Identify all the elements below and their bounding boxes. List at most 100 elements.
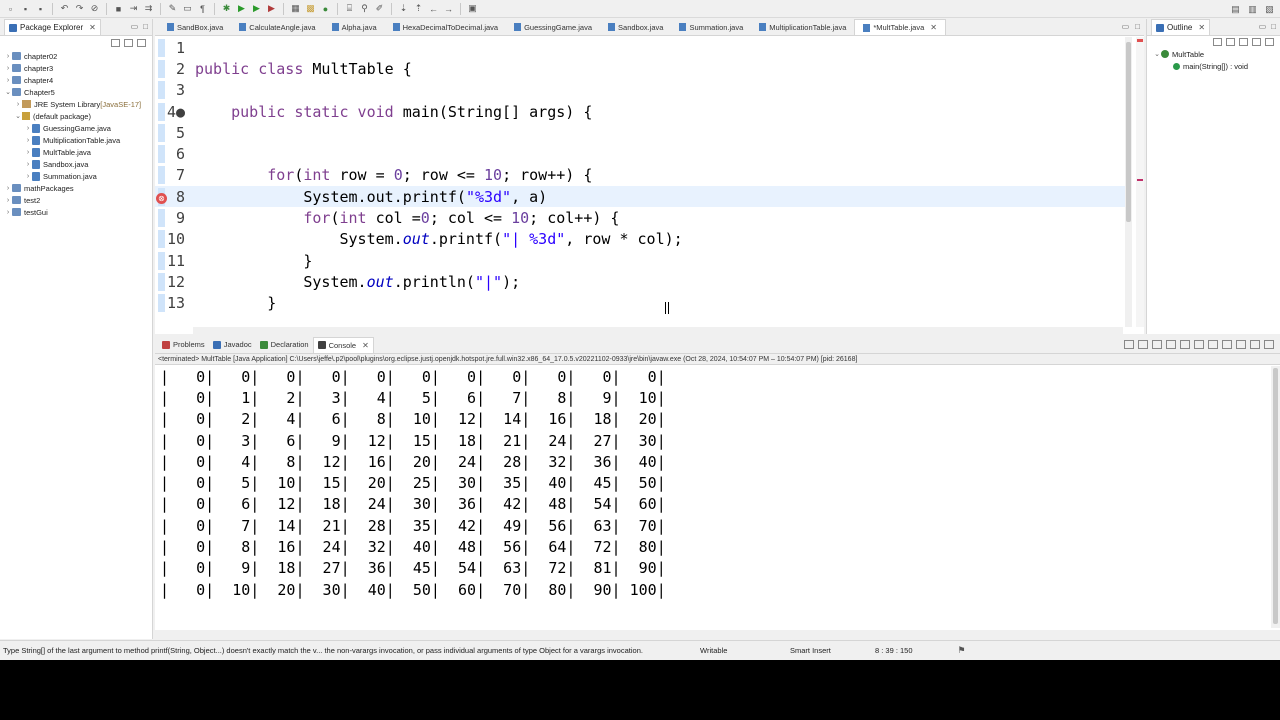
new-icon[interactable]: ▫ [4, 3, 17, 15]
minimize-icon[interactable]: ▭ [1259, 22, 1267, 31]
pin-console-icon[interactable] [1208, 340, 1218, 349]
save-icon[interactable]: ▪ [19, 3, 32, 15]
sort-icon[interactable] [1226, 38, 1235, 46]
expand-chevron-icon[interactable]: › [24, 137, 32, 144]
tree-item[interactable]: › MultTable.java [0, 146, 152, 158]
search-icon[interactable]: ⚲ [358, 3, 371, 15]
remove-all-icon[interactable] [1152, 340, 1162, 349]
open-perspective-icon[interactable]: ▤ [1229, 3, 1242, 15]
code-line[interactable]: 11 } [155, 250, 1125, 271]
code-line[interactable]: 5 [155, 122, 1125, 143]
code-line[interactable]: 4● public static void main(String[] args… [155, 101, 1125, 122]
overview-ruler[interactable] [1136, 37, 1144, 327]
debug-perspective-icon[interactable]: ▧ [1263, 3, 1276, 15]
insert-mode-status[interactable]: Smart Insert [780, 646, 865, 655]
bottom-tab-javadoc[interactable]: Javadoc [209, 337, 256, 353]
tree-item[interactable]: › chapter3 [0, 62, 152, 74]
line-gutter[interactable]: 1 [155, 38, 193, 57]
code-line[interactable]: 12 System.out.println("|"); [155, 271, 1125, 292]
maximize-icon[interactable]: □ [1271, 22, 1276, 31]
scrollbar-thumb[interactable] [1273, 368, 1278, 624]
java-perspective-icon[interactable]: ▥ [1246, 3, 1259, 15]
editor-tab[interactable]: Sandbox.java [600, 19, 671, 35]
debug-icon[interactable]: ✱ [220, 3, 233, 15]
redo-icon[interactable]: ↷ [73, 3, 86, 15]
editor-tab[interactable]: Summation.java [671, 19, 751, 35]
maximize-icon[interactable] [1264, 340, 1274, 349]
mark-icon[interactable]: ▭ [181, 3, 194, 15]
tree-item[interactable]: › mathPackages [0, 182, 152, 194]
close-icon[interactable]: ✕ [930, 23, 937, 32]
collapse-all-icon[interactable] [111, 39, 120, 47]
tree-item[interactable]: ⌄ Chapter5 [0, 86, 152, 98]
line-gutter[interactable]: 12 [155, 272, 193, 291]
code-line[interactable]: ⊗ 8 System.out.printf("%3d", a) [155, 186, 1125, 208]
undo-icon[interactable]: ↶ [58, 3, 71, 15]
line-gutter[interactable]: 7 [155, 166, 193, 185]
code-line[interactable]: 3 [155, 80, 1125, 101]
expand-chevron-icon[interactable]: › [24, 173, 32, 180]
line-gutter[interactable]: ⊗ 8 [155, 187, 193, 206]
editor-tab[interactable]: MultiplicationTable.java [751, 19, 854, 35]
expand-chevron-icon[interactable]: ⌄ [1153, 50, 1161, 58]
tree-item[interactable]: › Sandbox.java [0, 158, 152, 170]
step-icon[interactable]: ⇥ [127, 3, 140, 15]
expand-chevron-icon[interactable]: › [24, 149, 32, 156]
hide-static-icon[interactable] [1252, 38, 1261, 46]
code-line[interactable]: 1 [155, 37, 1125, 58]
tree-item[interactable]: › chapter4 [0, 74, 152, 86]
minimize-icon[interactable]: ▭ [1122, 22, 1130, 31]
minimize-icon[interactable] [1250, 340, 1260, 349]
editor-vertical-scrollbar[interactable] [1125, 37, 1132, 327]
bottom-tab-problems[interactable]: Problems [158, 337, 209, 353]
editor-tab[interactable]: Alpha.java [324, 19, 385, 35]
bottom-tab-console[interactable]: Console ✕ [312, 336, 374, 353]
collapse-all-icon[interactable] [1213, 38, 1222, 46]
editor-tab[interactable]: CalculateAngle.java [231, 19, 323, 35]
maximize-icon[interactable]: □ [1135, 22, 1140, 31]
line-gutter[interactable]: 2 [155, 59, 193, 78]
skip-breakpoints-icon[interactable]: ⊘ [88, 3, 101, 15]
new-package-icon[interactable]: ▩ [304, 3, 317, 15]
tree-item[interactable]: › MultiplicationTable.java [0, 134, 152, 146]
error-icon[interactable]: ⊗ [156, 192, 167, 204]
code-line[interactable]: 7 for(int row = 0; row <= 10; row++) { [155, 165, 1125, 186]
console-output[interactable]: | 0| 0| 0| 0| 0| 0| 0| 0| 0| 0| 0| | 0| 1… [155, 366, 1265, 626]
code-area[interactable]: 1 2 public class MultTable {3 4● public sta… [155, 37, 1125, 327]
line-gutter[interactable]: 13 [155, 294, 193, 313]
terminate-icon[interactable] [1124, 340, 1134, 349]
external-tools-icon[interactable]: ▶ [265, 3, 278, 15]
tree-item[interactable]: › GuessingGame.java [0, 122, 152, 134]
notification-icon[interactable]: ⚑ [955, 645, 968, 657]
close-icon[interactable]: ✕ [89, 23, 96, 32]
line-gutter[interactable]: 4● [155, 102, 193, 121]
editor-tab[interactable]: GuessingGame.java [506, 19, 600, 35]
editor-horizontal-scrollbar[interactable] [193, 327, 1123, 334]
coverage-icon[interactable]: ▶ [250, 3, 263, 15]
tree-item[interactable]: › testGui [0, 206, 152, 218]
remove-launch-icon[interactable] [1138, 340, 1148, 349]
terminate-icon[interactable]: ■ [112, 3, 125, 15]
warning-marker[interactable] [1137, 179, 1143, 181]
error-marker[interactable] [1137, 39, 1143, 42]
code-line[interactable]: 6 [155, 143, 1125, 164]
annotation-icon[interactable]: ✐ [373, 3, 386, 15]
expand-chevron-icon[interactable]: › [4, 77, 12, 84]
link-with-editor-icon[interactable] [124, 39, 133, 47]
word-wrap-icon[interactable] [1180, 340, 1190, 349]
new-class-icon[interactable]: ● [319, 3, 332, 15]
terminal-icon[interactable]: ▣ [466, 3, 479, 15]
tree-item[interactable]: › chapter02 [0, 50, 152, 62]
open-console-icon[interactable] [1236, 340, 1246, 349]
line-gutter[interactable]: 3 [155, 81, 193, 100]
tree-item[interactable]: › JRE System Library [JavaSE-17] [0, 98, 152, 110]
scroll-lock-icon[interactable] [1166, 340, 1176, 349]
editor-tab[interactable]: *MultTable.java ✕ [854, 19, 946, 35]
show-on-output-icon[interactable] [1194, 340, 1204, 349]
expand-chevron-icon[interactable]: ⌄ [4, 88, 12, 96]
maximize-icon[interactable]: □ [143, 22, 148, 31]
expand-chevron-icon[interactable]: › [4, 185, 12, 192]
open-type-icon[interactable]: ⌸ [343, 3, 356, 15]
display-console-icon[interactable] [1222, 340, 1232, 349]
expand-chevron-icon[interactable]: › [4, 209, 12, 216]
